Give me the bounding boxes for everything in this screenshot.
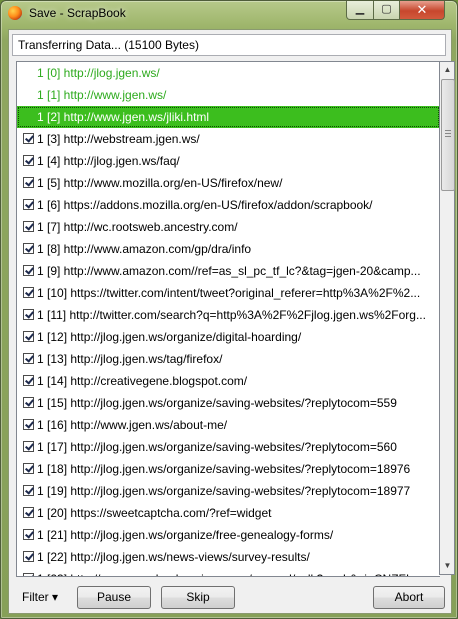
list-item[interactable]: 1 [6] https://addons.mozilla.org/en-US/f… — [17, 194, 440, 216]
list-item[interactable]: 1 [15] http://jlog.jgen.ws/organize/savi… — [17, 392, 440, 414]
list-item-url: 1 [8] http://www.amazon.com/gp/dra/info — [37, 242, 252, 256]
list-item-url: 1 [2] http://www.jgen.ws/jliki.html — [37, 110, 210, 124]
item-checkbox[interactable] — [23, 287, 34, 298]
url-list[interactable]: 1 [0] http://jlog.jgen.ws/1 [1] http://w… — [16, 61, 440, 577]
item-checkbox[interactable] — [23, 573, 34, 576]
firefox-icon — [8, 6, 22, 20]
list-item[interactable]: 1 [7] http://wc.rootsweb.ancestry.com/ — [17, 216, 440, 238]
item-checkbox[interactable] — [23, 397, 34, 408]
list-item[interactable]: 1 [19] http://jlog.jgen.ws/organize/savi… — [17, 480, 440, 502]
list-item[interactable]: 1 [0] http://jlog.jgen.ws/ — [17, 62, 440, 84]
list-item[interactable]: 1 [10] https://twitter.com/intent/tweet?… — [17, 282, 440, 304]
list-item-url: 1 [12] http://jlog.jgen.ws/organize/digi… — [37, 330, 302, 344]
list-item-url: 1 [21] http://jlog.jgen.ws/organize/free… — [37, 528, 334, 542]
list-item-url: 1 [15] http://jlog.jgen.ws/organize/savi… — [37, 396, 397, 410]
list-item-url: 1 [6] https://addons.mozilla.org/en-US/f… — [37, 198, 373, 212]
abort-button[interactable]: Abort — [373, 586, 445, 609]
list-item-url: 1 [23] http://www.googleadservices.com/p… — [37, 568, 419, 576]
item-checkbox[interactable] — [23, 419, 34, 430]
skip-button[interactable]: Skip — [161, 586, 235, 609]
list-item-url: 1 [20] https://sweetcaptcha.com/?ref=wid… — [37, 506, 272, 520]
title-bar[interactable]: Save - ScrapBook ▁ ▢ ✕ — [1, 1, 457, 27]
list-item[interactable]: 1 [16] http://www.jgen.ws/about-me/ — [17, 414, 440, 436]
item-checkbox[interactable] — [23, 177, 34, 188]
item-checkbox[interactable] — [23, 551, 34, 562]
list-item-url: 1 [17] http://jlog.jgen.ws/organize/savi… — [37, 440, 397, 454]
list-item-url: 1 [18] http://jlog.jgen.ws/organize/savi… — [37, 462, 411, 476]
maximize-button[interactable]: ▢ — [373, 1, 400, 20]
item-checkbox[interactable] — [23, 353, 34, 364]
list-item[interactable]: 1 [14] http://creativegene.blogspot.com/ — [17, 370, 440, 392]
item-checkbox[interactable] — [23, 199, 34, 210]
item-checkbox[interactable] — [23, 155, 34, 166]
list-item[interactable]: 1 [1] http://www.jgen.ws/ — [17, 84, 440, 106]
list-item[interactable]: 1 [20] https://sweetcaptcha.com/?ref=wid… — [17, 502, 440, 524]
list-item[interactable]: 1 [9] http://www.amazon.com//ref=as_sl_p… — [17, 260, 440, 282]
scroll-down-arrow-icon[interactable]: ▼ — [440, 558, 455, 574]
list-item-url: 1 [1] http://www.jgen.ws/ — [37, 88, 167, 102]
item-checkbox[interactable] — [23, 309, 34, 320]
dialog-client-area: Transferring Data... (15100 Bytes) 1 [0]… — [8, 29, 455, 614]
list-item-url: 1 [10] https://twitter.com/intent/tweet?… — [37, 286, 421, 300]
list-item[interactable]: 1 [18] http://jlog.jgen.ws/organize/savi… — [17, 458, 440, 480]
item-checkbox[interactable] — [23, 441, 34, 452]
list-item-url: 1 [0] http://jlog.jgen.ws/ — [37, 66, 160, 80]
list-item[interactable]: 1 [8] http://www.amazon.com/gp/dra/info — [17, 238, 440, 260]
list-item[interactable]: 1 [23] http://www.googleadservices.com/p… — [17, 568, 440, 576]
scrollbar-thumb[interactable] — [441, 79, 455, 191]
minimize-button[interactable]: ▁ — [346, 1, 374, 20]
list-item-url: 1 [19] http://jlog.jgen.ws/organize/savi… — [37, 484, 411, 498]
item-checkbox[interactable] — [23, 243, 34, 254]
item-checkbox[interactable] — [23, 485, 34, 496]
list-item[interactable]: 1 [17] http://jlog.jgen.ws/organize/savi… — [17, 436, 440, 458]
button-bar: Filter ▾ Pause Skip Abort — [9, 580, 451, 613]
item-checkbox[interactable] — [23, 221, 34, 232]
list-item[interactable]: 1 [21] http://jlog.jgen.ws/organize/free… — [17, 524, 440, 546]
save-dialog-window: Save - ScrapBook ▁ ▢ ✕ Transferring Data… — [0, 0, 458, 619]
scroll-up-arrow-icon[interactable]: ▲ — [440, 62, 455, 78]
item-checkbox[interactable] — [23, 375, 34, 386]
list-item[interactable]: 1 [3] http://webstream.jgen.ws/ — [17, 128, 440, 150]
list-item[interactable]: 1 [5] http://www.mozilla.org/en-US/firef… — [17, 172, 440, 194]
list-item-url: 1 [9] http://www.amazon.com//ref=as_sl_p… — [37, 264, 421, 278]
item-checkbox[interactable] — [23, 331, 34, 342]
window-title: Save - ScrapBook — [29, 6, 126, 20]
list-item-url: 1 [7] http://wc.rootsweb.ancestry.com/ — [37, 220, 238, 234]
list-item[interactable]: 1 [4] http://jlog.jgen.ws/faq/ — [17, 150, 440, 172]
filter-button[interactable]: Filter ▾ — [14, 586, 66, 609]
list-item[interactable]: 1 [11] http://twitter.com/search?q=http%… — [17, 304, 440, 326]
item-checkbox[interactable] — [23, 133, 34, 144]
close-button[interactable]: ✕ — [399, 1, 445, 20]
list-item-url: 1 [4] http://jlog.jgen.ws/faq/ — [37, 154, 180, 168]
status-text: Transferring Data... (15100 Bytes) — [12, 34, 446, 56]
list-item-url: 1 [22] http://jlog.jgen.ws/news-views/su… — [37, 550, 310, 564]
list-item-url: 1 [16] http://www.jgen.ws/about-me/ — [37, 418, 228, 432]
item-checkbox[interactable] — [23, 529, 34, 540]
list-item[interactable]: 1 [2] http://www.jgen.ws/jliki.html — [17, 106, 440, 128]
list-item-url: 1 [5] http://www.mozilla.org/en-US/firef… — [37, 176, 283, 190]
list-item-url: 1 [3] http://webstream.jgen.ws/ — [37, 132, 200, 146]
list-item-url: 1 [11] http://twitter.com/search?q=http%… — [37, 308, 426, 322]
list-item-url: 1 [14] http://creativegene.blogspot.com/ — [37, 374, 248, 388]
item-checkbox[interactable] — [23, 463, 34, 474]
list-item-url: 1 [13] http://jlog.jgen.ws/tag/firefox/ — [37, 352, 223, 366]
vertical-scrollbar[interactable]: ▲ ▼ — [439, 61, 455, 575]
pause-button[interactable]: Pause — [77, 586, 151, 609]
list-item[interactable]: 1 [12] http://jlog.jgen.ws/organize/digi… — [17, 326, 440, 348]
item-checkbox[interactable] — [23, 265, 34, 276]
list-item[interactable]: 1 [22] http://jlog.jgen.ws/news-views/su… — [17, 546, 440, 568]
item-checkbox[interactable] — [23, 507, 34, 518]
list-item[interactable]: 1 [13] http://jlog.jgen.ws/tag/firefox/ — [17, 348, 440, 370]
